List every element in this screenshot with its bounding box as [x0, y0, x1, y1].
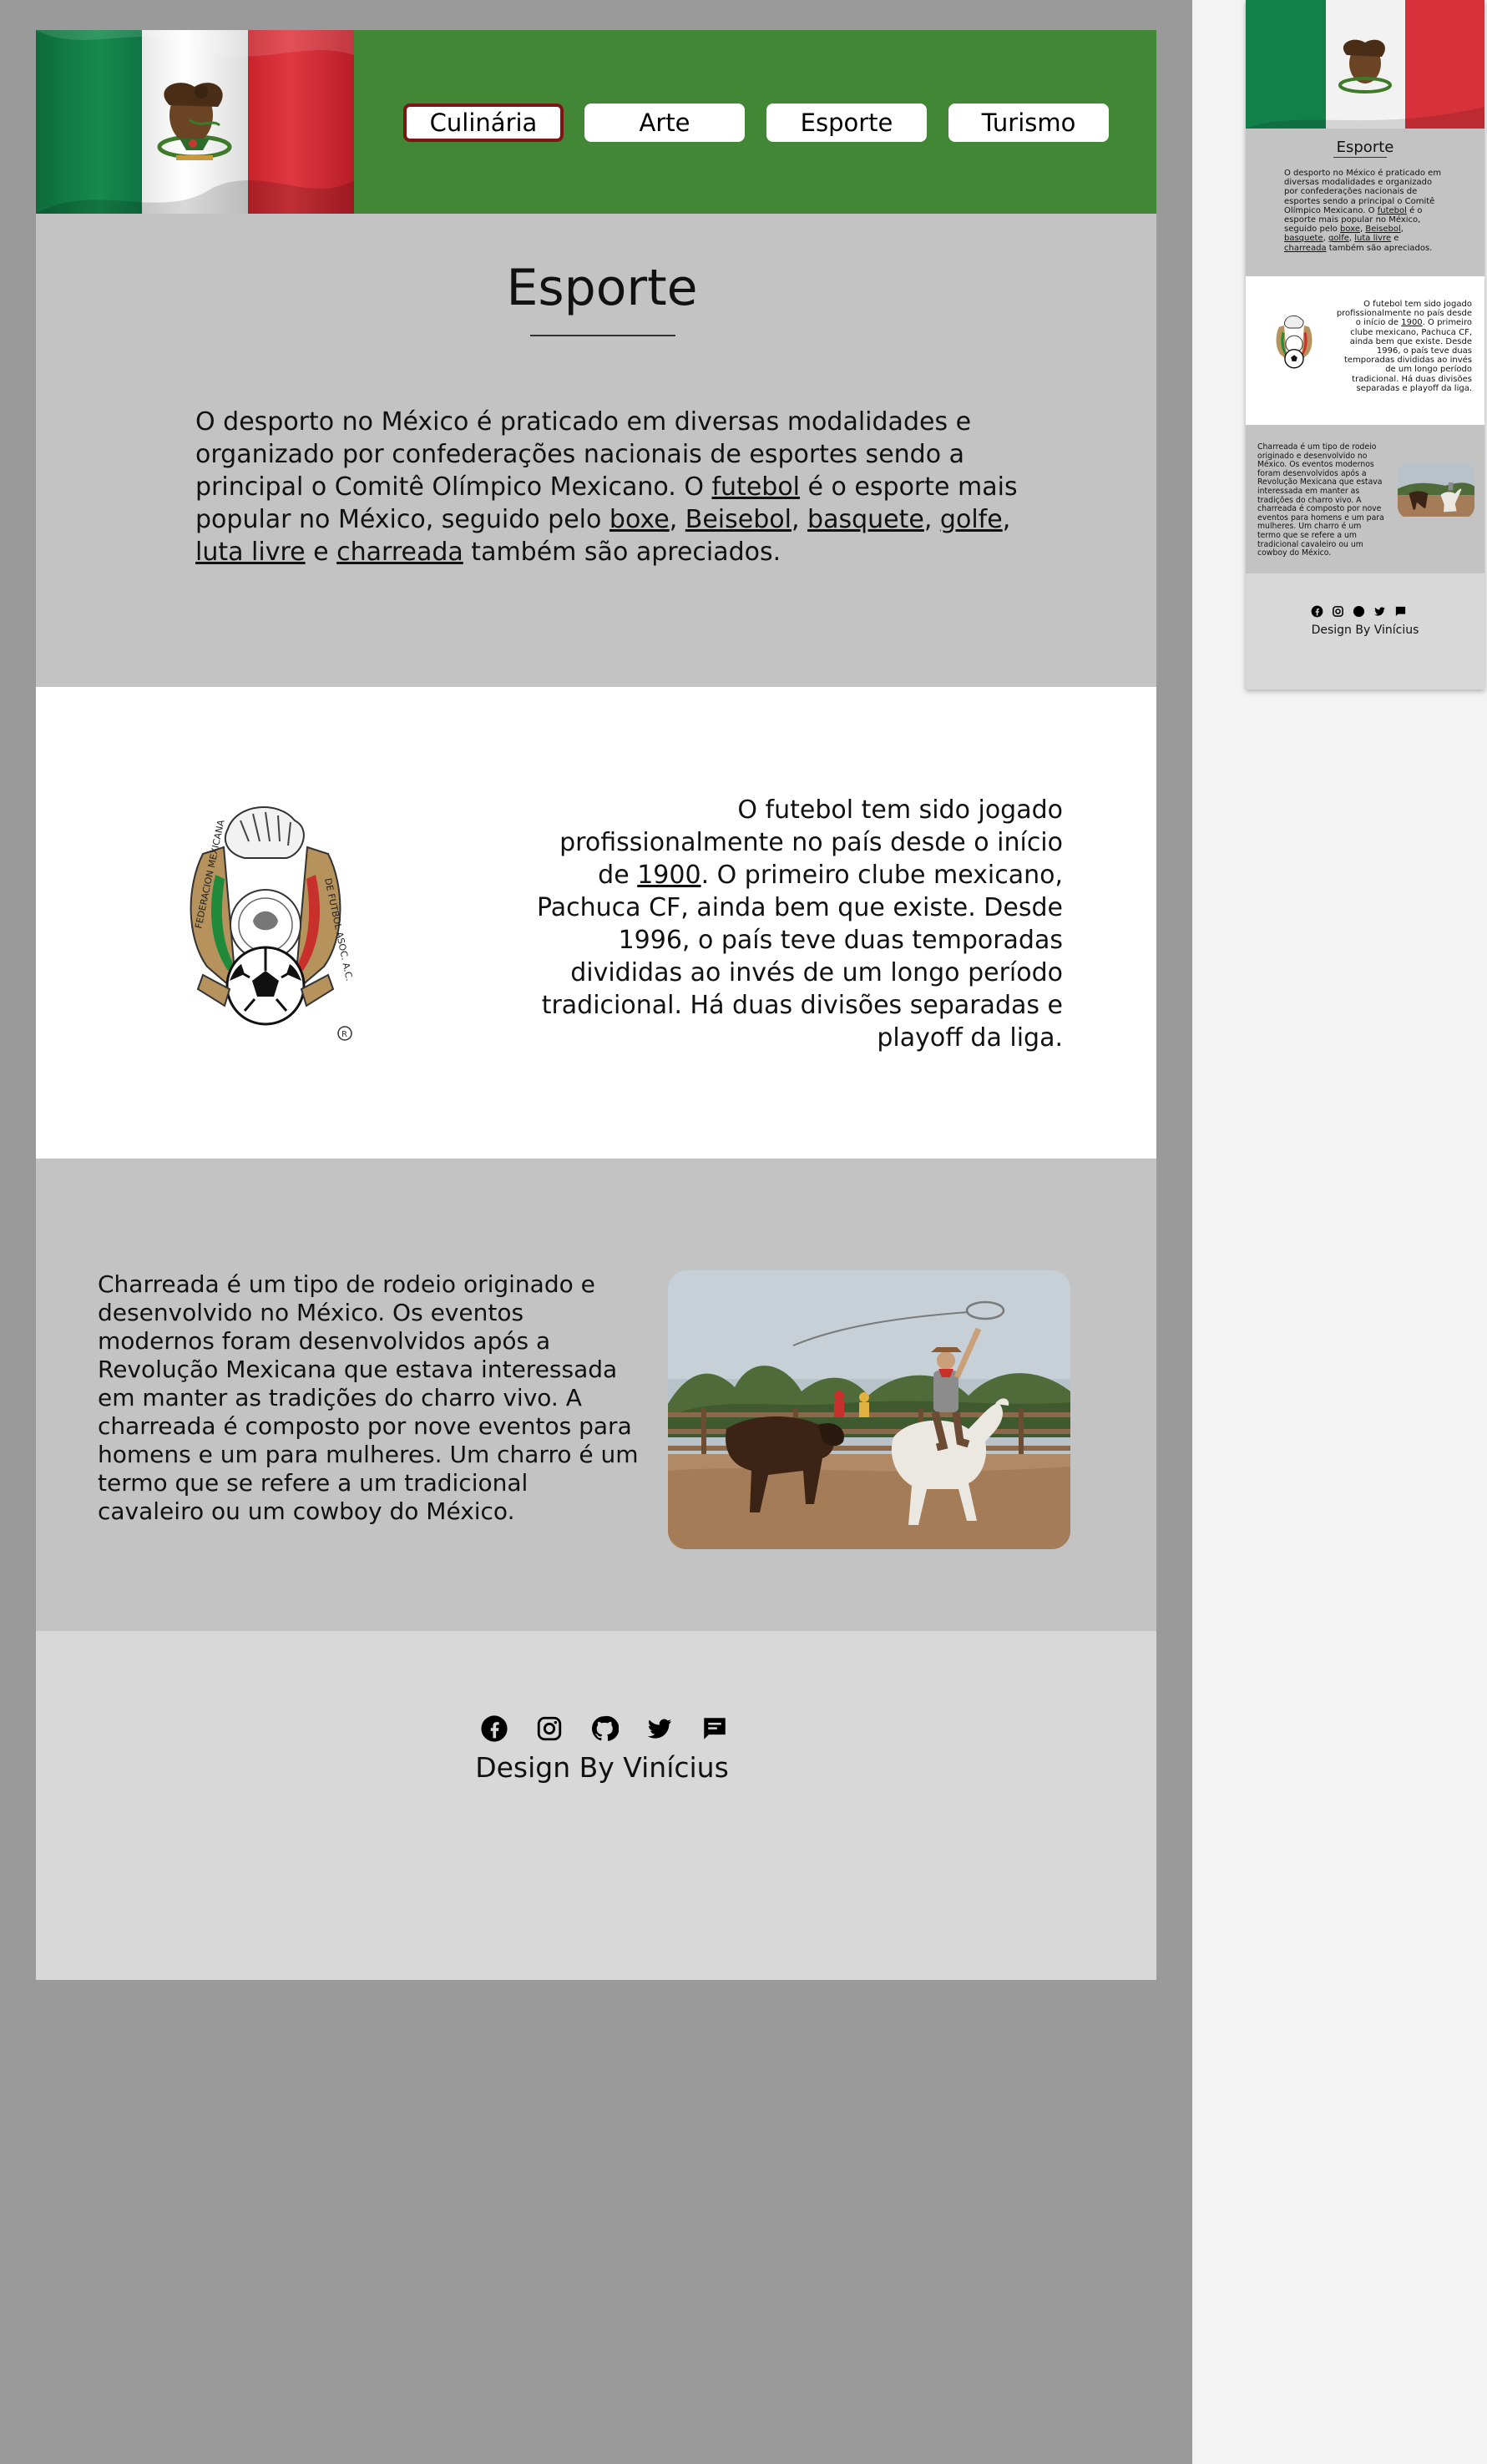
thumb-instagram-icon[interactable] — [1332, 605, 1344, 618]
link-golfe[interactable]: golfe — [940, 505, 1003, 534]
thumb-link-basquete[interactable]: basquete — [1284, 234, 1323, 243]
thumb-facebook-icon[interactable] — [1311, 605, 1323, 618]
link-futebol[interactable]: futebol — [711, 472, 800, 502]
link-beisebol[interactable]: Beisebol — [685, 505, 792, 534]
charreada-photo — [668, 1270, 1070, 1549]
thumb-charreada-section: Charreada é um tipo de rodeio originado … — [1246, 425, 1484, 573]
github-icon[interactable] — [590, 1714, 620, 1743]
thumb-futebol-section: O futebol tem sido jogado profissionalme… — [1246, 276, 1484, 425]
nav-turismo-button[interactable]: Turismo — [948, 104, 1109, 142]
title-underline — [530, 335, 675, 336]
social-links — [480, 1714, 729, 1743]
link-charreada[interactable]: charreada — [336, 538, 463, 567]
message-icon[interactable] — [701, 1714, 729, 1743]
charreada-paragraph: Charreada é um tipo de rodeio originado … — [98, 1270, 639, 1525]
thumb-link-beisebol[interactable]: Beisebol — [1365, 225, 1400, 234]
preview-thumbnail: Esporte O desporto no México é praticado… — [1246, 0, 1484, 689]
thumb-footer-credit: Design By Vinícius — [1311, 624, 1419, 637]
thumb-link-golfe[interactable]: golfe — [1328, 234, 1349, 243]
thumb-charreada-photo — [1398, 462, 1474, 518]
link-1900[interactable]: 1900 — [637, 861, 701, 890]
futebol-section: FEDERACION MEXICANA DE FUTBOL ASOC. A.C.… — [36, 687, 1156, 1159]
thumb-charreada-paragraph: Charreada é um tipo de rodeio originado … — [1257, 442, 1384, 558]
instagram-icon[interactable] — [535, 1714, 564, 1743]
thumb-title-underline — [1333, 157, 1387, 158]
thumb-futebol-paragraph: O futebol tem sido jogado profissionalme… — [1336, 300, 1472, 393]
thumb-link-charreada[interactable]: charreada — [1284, 244, 1327, 253]
page-title: Esporte — [506, 259, 698, 317]
mexico-flag-image — [36, 30, 354, 214]
link-basquete[interactable]: basquete — [807, 505, 924, 534]
link-luta-livre[interactable]: luta livre — [195, 538, 306, 567]
thumb-link-1900[interactable]: 1900 — [1401, 318, 1422, 327]
footer-credit: Design By Vinícius — [475, 1751, 729, 1784]
footer: Design By Vinícius — [36, 1631, 1156, 1980]
thumb-footer: Design By Vinícius — [1246, 573, 1484, 689]
thumb-link-luta-livre[interactable]: luta livre — [1354, 234, 1391, 243]
intro-paragraph: O desporto no México é praticado em dive… — [195, 407, 1018, 567]
thumb-message-icon[interactable] — [1394, 605, 1407, 618]
thumb-flag-image — [1246, 0, 1484, 129]
thumb-link-boxe[interactable]: boxe — [1340, 225, 1360, 234]
facebook-icon[interactable] — [480, 1714, 508, 1743]
charreada-section: Charreada é um tipo de rodeio originado … — [36, 1159, 1156, 1631]
nav-culinaria-button[interactable]: Culinária — [403, 104, 564, 142]
fmf-crest-image: FEDERACION MEXICANA DE FUTBOL ASOC. A.C.… — [190, 806, 355, 1041]
thumb-link-futebol[interactable]: futebol — [1378, 206, 1407, 215]
page: Culinária Arte Esporte Turismo Esporte O… — [36, 30, 1156, 1980]
thumb-title: Esporte — [1336, 139, 1394, 156]
twitter-icon[interactable] — [645, 1714, 674, 1743]
svg-text:R: R — [341, 1030, 347, 1039]
nav-arte-button[interactable]: Arte — [584, 104, 745, 142]
nav-esporte-button[interactable]: Esporte — [766, 104, 927, 142]
intro-section: Esporte O desporto no México é praticado… — [36, 214, 1156, 687]
thumb-github-icon[interactable] — [1353, 605, 1365, 618]
header: Culinária Arte Esporte Turismo — [36, 30, 1156, 214]
thumb-intro-paragraph: O desporto no México é praticado em dive… — [1284, 169, 1442, 253]
futebol-paragraph: O futebol tem sido jogado profissionalme… — [537, 795, 1063, 1053]
link-boxe[interactable]: boxe — [609, 505, 670, 534]
thumb-intro-section: Esporte O desporto no México é praticado… — [1246, 129, 1484, 276]
thumb-crest-image — [1276, 315, 1313, 369]
thumb-social-links — [1311, 605, 1407, 618]
thumb-twitter-icon[interactable] — [1373, 605, 1386, 618]
